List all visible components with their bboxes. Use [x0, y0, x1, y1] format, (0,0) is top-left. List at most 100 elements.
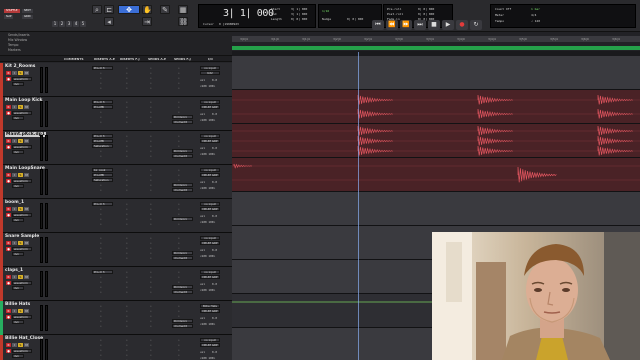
track-volume-value[interactable]: 0.0 — [212, 112, 217, 116]
track-name[interactable]: claps_1 — [5, 268, 23, 273]
insert-slot-empty[interactable]: • — [100, 86, 102, 90]
track-record-icon[interactable]: ● — [6, 111, 11, 115]
send-slot-empty[interactable]: • — [150, 66, 152, 70]
track-input-selector[interactable]: no input — [200, 134, 220, 138]
input-monitor-button[interactable]: I — [12, 275, 17, 279]
insert-slot-empty[interactable]: • — [126, 222, 128, 226]
send-slot-empty[interactable]: • — [150, 144, 152, 148]
insert-slot-empty[interactable]: • — [100, 222, 102, 226]
send-slot-empty[interactable]: • — [150, 222, 152, 226]
record-enable-button[interactable]: R — [6, 105, 11, 109]
insert-slot-empty[interactable]: • — [126, 105, 128, 109]
send-slot-empty[interactable]: • — [178, 66, 180, 70]
solo-button[interactable]: S — [18, 173, 23, 177]
countoff-value[interactable]: 1 bar — [531, 7, 540, 11]
meter-value[interactable]: 4/4 — [531, 13, 536, 17]
track-pan-value[interactable]: <100 100> — [200, 220, 215, 224]
send-slot[interactable]: drumedit — [172, 290, 193, 294]
insert-slot-empty[interactable]: • — [100, 183, 102, 187]
send-slot-empty[interactable]: • — [150, 241, 152, 245]
track-color-strip[interactable] — [0, 97, 3, 131]
sidebar-item-mix[interactable]: Mix Window — [8, 38, 27, 42]
insert-slot-empty[interactable]: • — [100, 149, 102, 153]
insert-slot-empty[interactable]: • — [126, 251, 128, 255]
track-output-selector[interactable]: DRUM GRP — [200, 275, 220, 279]
send-slot-empty[interactable]: • — [178, 110, 180, 114]
insert-slot-empty[interactable]: • — [126, 212, 128, 216]
mute-button[interactable]: M — [24, 139, 29, 143]
insert-slot-empty[interactable]: • — [100, 251, 102, 255]
track-name[interactable]: Billie Hats — [5, 302, 30, 307]
track-row[interactable]: Main Loop Kick R I S Mwaveform dyn ● Pro-Q 3 • • •… — [0, 97, 232, 131]
input-monitor-button[interactable]: I — [12, 343, 17, 347]
insert-slot-empty[interactable]: • — [126, 188, 128, 192]
insert-slot-empty[interactable]: • — [100, 285, 102, 289]
insert-slot-empty[interactable]: • — [100, 207, 102, 211]
record-enable-button[interactable]: R — [6, 139, 11, 143]
link-icon[interactable]: ⛓ — [178, 17, 188, 26]
insert-slot[interactable]: Pro-MB — [92, 139, 113, 143]
insert-slot-empty[interactable]: • — [100, 290, 102, 294]
end-value[interactable]: 3| 1| 000 — [291, 12, 307, 16]
send-slot-empty[interactable]: • — [178, 71, 180, 75]
zoom-preset-3[interactable]: 3 — [66, 21, 72, 27]
track-row[interactable]: boom_1 R I S Mwaveform dyn ● Pro-Q 3 • • • • • • • • • • •… — [0, 199, 232, 233]
mode-shuffle[interactable]: SHUFFLE — [4, 9, 20, 13]
send-slot-empty[interactable]: • — [150, 110, 152, 114]
track-input-selector[interactable]: no input — [200, 100, 220, 104]
insert-slot-empty[interactable]: • — [126, 110, 128, 114]
insert-slot-empty[interactable]: • — [100, 309, 102, 313]
insert-slot-empty[interactable]: • — [100, 212, 102, 216]
track-row[interactable]: Billie Hat_Close R I S Mwaveform dyn ● • • • • • • • •… — [0, 335, 232, 360]
solo-button[interactable]: S — [18, 105, 23, 109]
insert-slot-empty[interactable]: • — [100, 353, 102, 357]
send-slot-empty[interactable]: • — [178, 139, 180, 143]
track-record-icon[interactable]: ● — [6, 77, 11, 81]
insert-slot-empty[interactable]: • — [100, 280, 102, 284]
track-view-selector[interactable]: waveform — [12, 315, 32, 319]
send-slot-empty[interactable]: • — [178, 81, 180, 85]
send-slot-empty[interactable]: • — [178, 314, 180, 318]
send-slot-empty[interactable]: • — [150, 168, 152, 172]
track-row[interactable]: Maint.pKck.dp1 R I S Mwaveform dyn ● Pro-Q 3 • • •… — [0, 131, 232, 165]
send-slot-empty[interactable]: • — [150, 348, 152, 352]
send-slot-empty[interactable]: • — [150, 173, 152, 177]
send-slot-empty[interactable]: • — [178, 202, 180, 206]
mute-button[interactable]: M — [24, 71, 29, 75]
zoom-preset-1[interactable]: 1 — [52, 21, 58, 27]
track-input-selector[interactable]: no input — [200, 66, 220, 70]
track-volume-value[interactable]: 0.0 — [212, 146, 217, 150]
send-slot-empty[interactable]: • — [178, 134, 180, 138]
track-color-strip[interactable] — [0, 335, 3, 360]
send-slot-empty[interactable]: • — [150, 207, 152, 211]
send-slot-empty[interactable]: • — [150, 280, 152, 284]
track-color-strip[interactable] — [0, 301, 3, 335]
input-monitor-button[interactable]: I — [12, 105, 17, 109]
track-pan-value[interactable]: <100 100> — [200, 118, 215, 122]
send-slot-empty[interactable]: • — [150, 217, 152, 221]
track-volume-value[interactable]: 0.0 — [212, 282, 217, 286]
input-monitor-button[interactable]: I — [12, 139, 17, 143]
track-output-selector[interactable]: DRUM GRP — [200, 173, 220, 177]
send-slot-empty[interactable]: • — [150, 139, 152, 143]
track-color-strip[interactable] — [0, 165, 3, 199]
timeline-ruler[interactable]: 3|0|4 3|1|0 3|1|4 3|2|0 3|2|4 3|3|0 3|3|4 3|4|0… — [232, 32, 640, 56]
send-slot-empty[interactable]: • — [150, 76, 152, 80]
forward-icon[interactable]: ⏩ — [400, 20, 412, 30]
send-slot-empty[interactable]: • — [150, 251, 152, 255]
send-slot-empty[interactable]: • — [150, 309, 152, 313]
trim-icon[interactable]: ⊏ — [104, 5, 114, 14]
track-output-selector[interactable]: DRUM GRP — [200, 343, 220, 347]
send-slot-empty[interactable]: • — [150, 246, 152, 250]
track-view-selector[interactable]: waveform — [12, 213, 32, 217]
playhead-cursor[interactable] — [358, 52, 359, 360]
length-value[interactable]: 0| 0| 000 — [291, 17, 307, 21]
track-name[interactable]: Main Loop Kick — [5, 98, 42, 103]
send-slot-empty[interactable]: • — [150, 324, 152, 328]
insert-slot-empty[interactable]: • — [126, 66, 128, 70]
insert-slot-empty[interactable]: • — [100, 314, 102, 318]
send-slot-empty[interactable]: • — [178, 173, 180, 177]
send-slot-empty[interactable]: • — [178, 236, 180, 240]
insert-slot-empty[interactable]: • — [100, 338, 102, 342]
playlist-selector[interactable]: dyn — [12, 184, 24, 188]
